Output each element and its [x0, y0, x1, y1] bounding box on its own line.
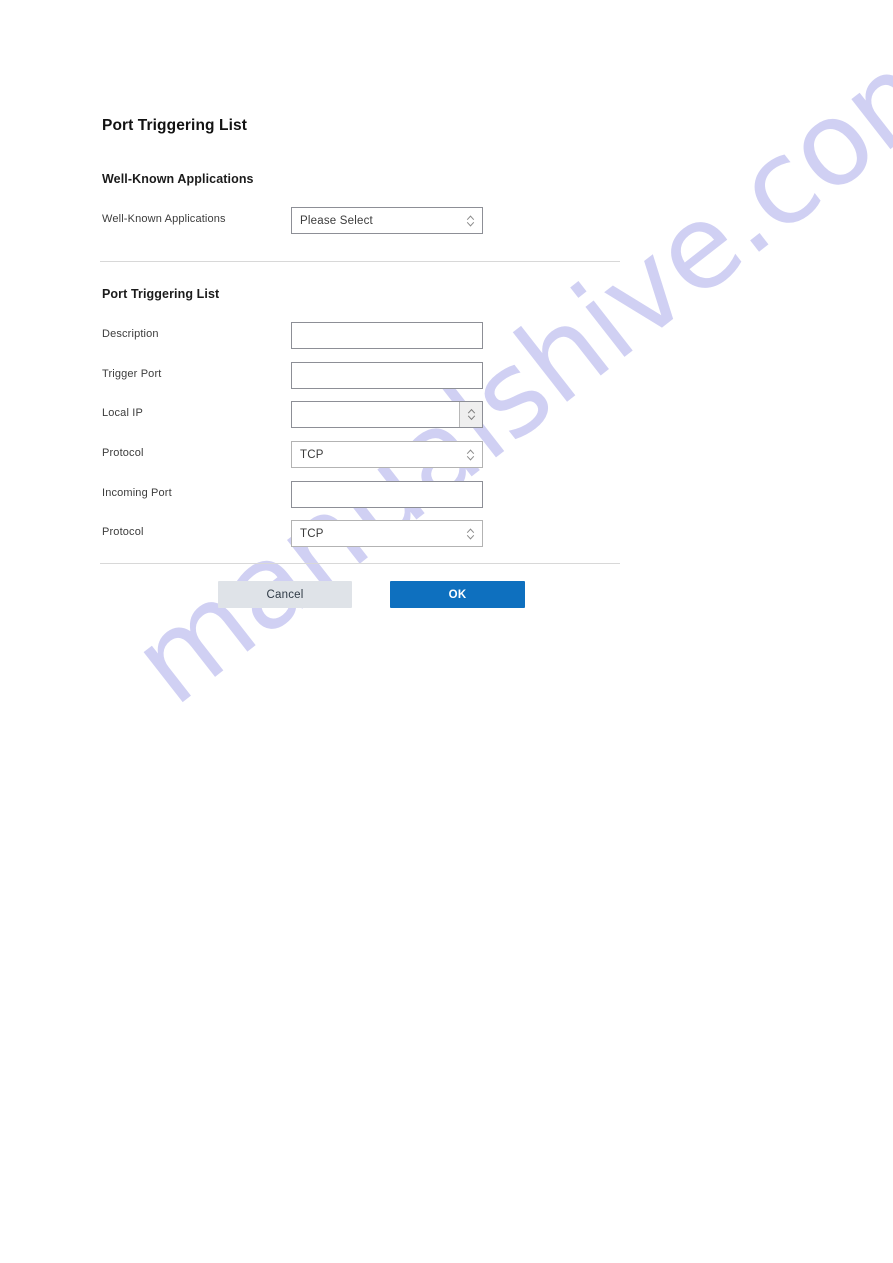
field-wrap-trigger-port: [291, 362, 483, 389]
form-row-trigger-port: Trigger Port: [102, 362, 622, 390]
footer-divider: [100, 563, 620, 564]
form-row-local-ip: Local IP: [102, 401, 622, 429]
label-incoming-port: Incoming Port: [102, 487, 172, 499]
select-protocol-trigger-value: TCP: [300, 448, 324, 461]
incoming-port-input[interactable]: [291, 481, 483, 508]
page-title: Port Triggering List: [102, 117, 247, 134]
section-heading-port-triggering-list: Port Triggering List: [102, 287, 220, 301]
spinner-chevrons-icon[interactable]: [466, 526, 475, 541]
section-divider-top: [100, 261, 620, 262]
section-heading-well-known-applications: Well-Known Applications: [102, 172, 254, 186]
select-protocol-trigger[interactable]: TCP: [291, 441, 483, 468]
label-trigger-port: Trigger Port: [102, 368, 162, 380]
local-ip-stepper-buttons[interactable]: [459, 402, 482, 427]
label-well-known-applications: Well-Known Applications: [102, 213, 226, 225]
form-row-incoming-port: Incoming Port: [102, 481, 622, 509]
form-row-protocol-incoming: Protocol TCP: [102, 520, 622, 548]
spinner-chevrons-icon[interactable]: [467, 407, 476, 422]
description-input[interactable]: [291, 322, 483, 349]
label-description: Description: [102, 328, 159, 340]
select-protocol-incoming-value: TCP: [300, 527, 324, 540]
ok-button[interactable]: OK: [390, 581, 525, 608]
select-protocol-incoming[interactable]: TCP: [291, 520, 483, 547]
field-wrap-protocol-incoming: TCP: [291, 520, 483, 547]
field-wrap-incoming-port: [291, 481, 483, 508]
field-wrap-description: [291, 322, 483, 349]
field-wrap-well-known-applications: Please Select: [291, 207, 483, 234]
cancel-button[interactable]: Cancel: [218, 581, 352, 608]
select-well-known-applications-value: Please Select: [300, 214, 373, 227]
spinner-chevrons-icon[interactable]: [466, 213, 475, 228]
label-protocol-incoming: Protocol: [102, 526, 144, 538]
form-row-well-known-applications: Well-Known Applications Please Select: [102, 207, 622, 235]
form-row-protocol-trigger: Protocol TCP: [102, 441, 622, 469]
select-well-known-applications[interactable]: Please Select: [291, 207, 483, 234]
label-local-ip: Local IP: [102, 407, 143, 419]
local-ip-stepper[interactable]: [291, 401, 483, 428]
label-protocol-trigger: Protocol: [102, 447, 144, 459]
trigger-port-input[interactable]: [291, 362, 483, 389]
spinner-chevrons-icon[interactable]: [466, 447, 475, 462]
field-wrap-protocol-trigger: TCP: [291, 441, 483, 468]
form-row-description: Description: [102, 322, 622, 350]
field-wrap-local-ip: [291, 401, 483, 428]
port-triggering-page: Port Triggering List Well-Known Applicat…: [0, 0, 893, 1263]
